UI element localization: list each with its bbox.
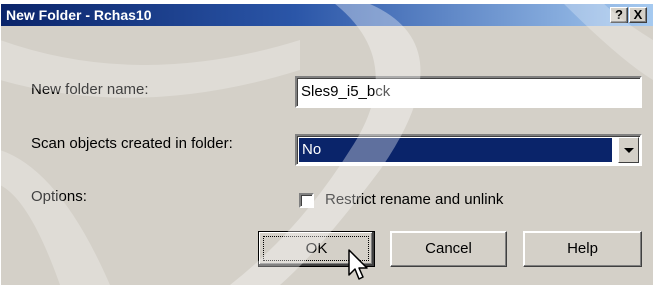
mouse-pointer-icon: [348, 249, 368, 280]
help-button[interactable]: Help: [523, 231, 642, 267]
window-title: New Folder - Rchas10: [6, 7, 152, 23]
restrict-rename-checkbox[interactable]: [299, 193, 314, 208]
title-help-button[interactable]: ?: [610, 7, 628, 23]
folder-name-label: New folder name:: [31, 81, 149, 98]
scan-objects-selected-value: No: [299, 138, 612, 162]
restrict-rename-label[interactable]: Restrict rename and unlink: [325, 191, 503, 208]
scan-objects-select[interactable]: No: [295, 134, 642, 166]
title-close-button[interactable]: X: [629, 7, 647, 23]
chevron-down-icon[interactable]: [618, 137, 639, 163]
scan-objects-label: Scan objects created in folder:: [31, 135, 233, 152]
cancel-button[interactable]: Cancel: [390, 231, 507, 267]
options-label: Options:: [31, 188, 87, 205]
folder-name-input[interactable]: Sles9_i5_bck: [295, 76, 642, 108]
title-bar[interactable]: New Folder - Rchas10 ? X: [1, 4, 653, 26]
new-folder-dialog: New Folder - Rchas10 ? X New folder name…: [0, 4, 653, 285]
